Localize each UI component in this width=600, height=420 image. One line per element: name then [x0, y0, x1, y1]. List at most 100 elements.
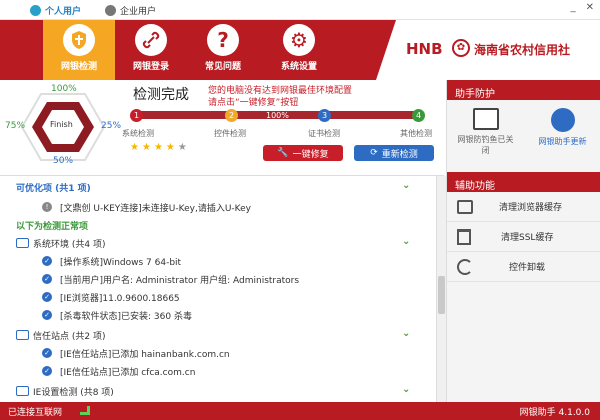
group-label: 信任站点 (共2 项) [33, 331, 106, 342]
pct-right: 25% [101, 121, 122, 131]
status-title: 检测完成 [133, 87, 189, 103]
folder-icon [16, 238, 29, 248]
connection-status: 已连接互联网 [8, 408, 63, 418]
group-label: IE设置检测 (共8 项) [33, 387, 114, 398]
nav-item-login[interactable]: 网银登录 [115, 20, 187, 80]
optimizable-header[interactable]: 可优化项 (共1 项) [16, 178, 91, 196]
list-item-text: [IE信任站点]已添加 cfca.com.cn [60, 367, 196, 378]
progress-label: 100% [266, 111, 289, 120]
close-icon[interactable]: ✕ [586, 2, 594, 13]
star-icon: ★ [165, 142, 178, 153]
assistant-update-card[interactable]: 网银助手更新 [524, 100, 600, 170]
step-1-label: 系统检测 [122, 129, 154, 138]
optimizable-header-label: 可优化项 (共1 项) [16, 183, 91, 194]
list-item-text: [IE信任站点]已添加 hainanbank.com.cn [60, 349, 230, 360]
chevron-down-icon[interactable]: ⌄ [402, 384, 410, 395]
scrollbar-thumb[interactable] [438, 276, 445, 314]
home-icon [105, 4, 116, 16]
panel-header-label: 辅助功能 [455, 181, 495, 192]
star-icon: ★ [177, 142, 190, 153]
step-1-badge: 1 [130, 109, 143, 122]
repair-button-label: 一键修复 [292, 149, 329, 160]
nav-item-settings[interactable]: ⚙ 系统设置 [263, 20, 335, 80]
tool-label: 清理浏览器缓存 [499, 203, 563, 213]
rating-stars: ★★★★★ [130, 142, 190, 153]
folder-icon [16, 386, 29, 396]
nav-label: 网银登录 [132, 62, 169, 72]
panel-header-label: 助手防护 [455, 89, 495, 100]
list-item-text: [操作系统]Windows 7 64-bit [60, 257, 182, 268]
list-item: ✓ [IE信任站点]已添加 hainanbank.com.cn [42, 344, 230, 362]
panel-header-protection: 助手防护 [447, 80, 600, 100]
list-item: ✓ [操作系统]Windows 7 64-bit [42, 252, 181, 270]
tool-label: 清理SSL缓存 [501, 233, 554, 243]
list-item-text: [杀毒软件状态]已安装: 360 杀毒 [60, 311, 192, 322]
step-4-badge: 4 [412, 109, 425, 122]
right-panel: 助手防护 网银防钓鱼已关闭 网银助手更新 辅助功能 清理浏览器缓存 清理SSL缓… [446, 80, 600, 402]
pct-top: 100% [51, 84, 77, 94]
group-header-trusted-sites[interactable]: 信任站点 (共2 项) [16, 326, 105, 344]
normal-header: 以下为检测正常项 [16, 216, 88, 234]
finish-label: Finish [50, 120, 73, 129]
nav-label: 网银检测 [60, 62, 97, 72]
tab-personal-user[interactable]: 个人用户 [30, 3, 81, 17]
info-icon: ! [42, 202, 52, 212]
star-icon: ★ [153, 142, 166, 153]
list-item-text: [文鼎创 U-KEY连接]未连接U-Key,请插入U-Key [60, 203, 251, 214]
check-icon: ✓ [42, 274, 52, 284]
results-list: 可优化项 (共1 项) ⌄ ! [文鼎创 U-KEY连接]未连接U-Key,请插… [0, 176, 436, 402]
list-item-text: [当前用户]用户名: Administrator 用户组: Administra… [60, 275, 300, 286]
repair-button[interactable]: 🔧 一键修复 [263, 145, 343, 161]
check-icon: ✓ [42, 292, 52, 302]
minimize-icon[interactable]: _ [571, 2, 576, 13]
trash-icon [457, 228, 471, 245]
chevron-down-icon[interactable]: ⌄ [402, 328, 410, 339]
shield-icon [63, 24, 95, 56]
anti-phishing-card[interactable]: 网银防钓鱼已关闭 [447, 100, 524, 170]
version-label: 网银助手 4.1.0.0 [519, 408, 590, 418]
tool-label: 控件卸载 [509, 263, 546, 273]
step-2-label: 控件检测 [214, 129, 246, 138]
list-item: ✓ [杀毒软件状态]已安装: 360 杀毒 [42, 306, 192, 324]
list-item: ✓ [IE信任站点]已添加 cfca.com.cn [42, 362, 195, 380]
refresh-icon [457, 258, 473, 275]
step-3-label: 证书检测 [308, 129, 340, 138]
clear-browser-cache-button[interactable]: 清理浏览器缓存 [447, 192, 600, 222]
list-item: ✓ [IE浏览器]11.0.9600.18665 [42, 288, 180, 306]
refresh-icon: ⟳ [370, 148, 378, 158]
status-bar: 已连接互联网 网银助手 4.1.0.0 [0, 402, 600, 420]
pct-left: 75% [5, 121, 26, 131]
tab-enterprise-user[interactable]: 企业用户 [105, 3, 156, 17]
link-icon [135, 24, 167, 56]
card-label: 网银防钓鱼已关闭 [457, 135, 514, 155]
list-item-text: [IE浏览器]11.0.9600.18665 [60, 293, 180, 304]
brand-name: 海南省农村信用社 [474, 43, 571, 57]
tab-label: 个人用户 [45, 6, 82, 17]
uninstall-controls-button[interactable]: 控件卸载 [447, 252, 600, 282]
step-4-label: 其他检测 [400, 129, 432, 138]
chevron-down-icon[interactable]: ⌄ [402, 236, 410, 247]
brand-emblem-icon: ✿ [452, 39, 470, 57]
check-icon: ✓ [42, 256, 52, 266]
check-icon: ✓ [42, 348, 52, 358]
tab-label: 企业用户 [120, 6, 157, 17]
recheck-button[interactable]: ⟳ 重新检测 [354, 145, 434, 161]
chevron-down-icon[interactable]: ⌄ [402, 180, 410, 191]
scrollbar[interactable] [436, 176, 446, 402]
clear-ssl-cache-button[interactable]: 清理SSL缓存 [447, 222, 600, 252]
nav-item-faq[interactable]: ? 常见问题 [187, 20, 259, 80]
group-header-system[interactable]: 系统环境 (共4 项) [16, 234, 105, 252]
nav-label: 常见问题 [204, 62, 241, 72]
brand-logo: HNB ✿ 海南省农村信用社 [376, 20, 600, 80]
step-3-badge: 3 [318, 109, 331, 122]
signal-icon [80, 406, 90, 415]
server-icon [457, 199, 473, 214]
question-icon: ? [207, 24, 239, 56]
group-header-ie-settings[interactable]: IE设置检测 (共8 项) [16, 382, 114, 400]
star-icon: ★ [141, 142, 154, 153]
nav-item-check[interactable]: 网银检测 [43, 20, 115, 80]
recheck-button-label: 重新检测 [381, 149, 418, 160]
nav-label: 系统设置 [280, 62, 317, 72]
brand-code: HNB [406, 40, 443, 58]
window-controls: _ ✕ [571, 2, 594, 13]
